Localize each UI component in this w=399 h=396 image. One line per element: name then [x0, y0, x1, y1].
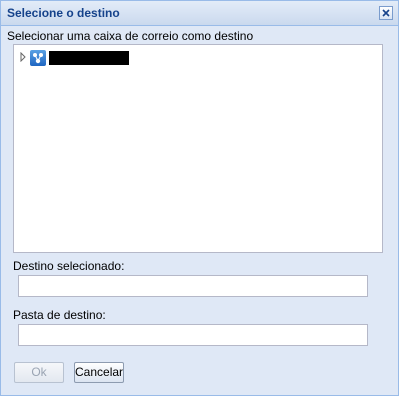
close-icon: [382, 9, 390, 17]
folder-label: Pasta de destino:: [13, 308, 106, 322]
select-destination-dialog: Selecione o destino Selecionar uma caixa…: [0, 0, 399, 396]
tree-node-mailbox[interactable]: [18, 49, 148, 67]
mailbox-org-icon: [30, 50, 46, 66]
destination-label: Destino selecionado:: [13, 259, 125, 273]
dialog-title: Selecione o destino: [7, 6, 120, 20]
folder-field[interactable]: [18, 324, 368, 346]
dialog-titlebar[interactable]: Selecione o destino: [1, 1, 398, 26]
expand-arrow-icon[interactable]: [18, 52, 28, 62]
ok-button[interactable]: Ok: [14, 362, 64, 383]
destination-field[interactable]: [18, 275, 368, 297]
tree-node-label[interactable]: [49, 51, 129, 65]
cancel-button[interactable]: Cancelar: [74, 362, 124, 383]
tree-heading: Selecionar uma caixa de correio como des…: [7, 29, 254, 43]
mailbox-tree[interactable]: [13, 44, 383, 253]
close-button[interactable]: [379, 6, 393, 20]
